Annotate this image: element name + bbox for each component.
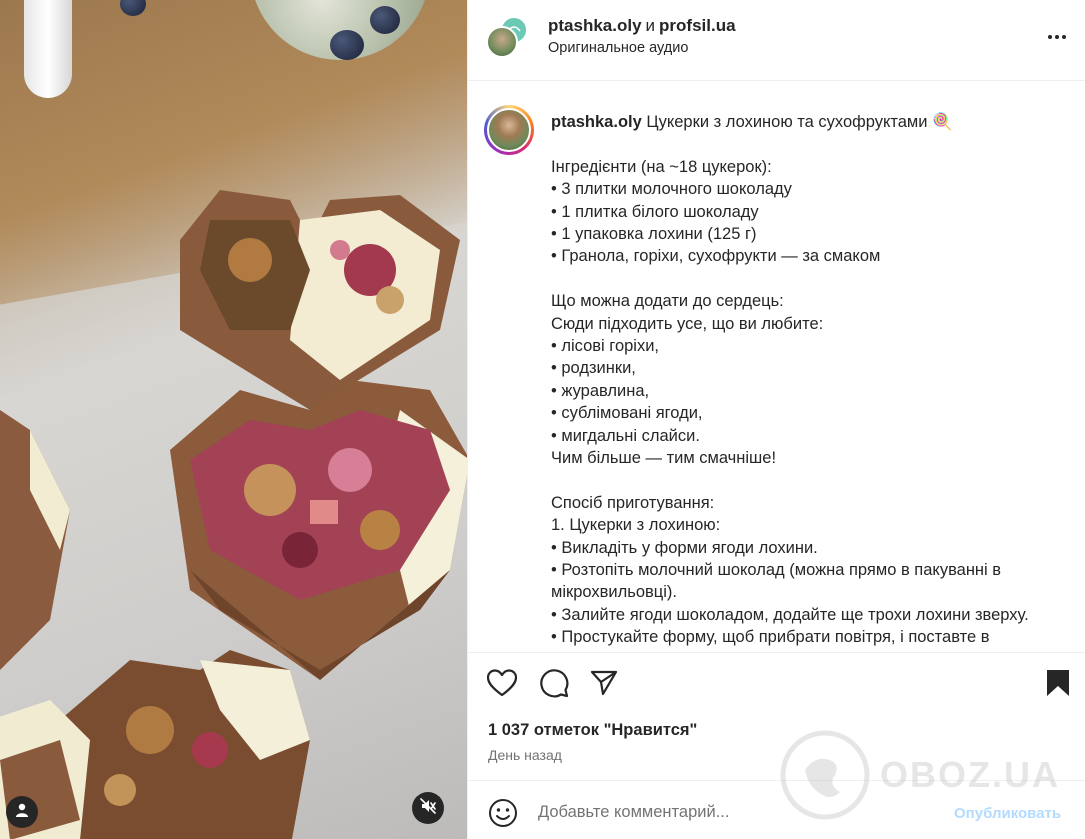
caption-line: • Викладіть у форми ягоди лохини.: [551, 538, 818, 557]
publish-button[interactable]: Опубликовать: [954, 805, 1061, 822]
candy-heart-3: [0, 390, 80, 690]
caption-line: [551, 469, 1071, 491]
likes-count[interactable]: 1 037 отметок "Нравится": [488, 721, 697, 740]
caption-line: • 1 плитка білого шоколаду: [551, 202, 759, 221]
author-link[interactable]: ptashka.oly: [548, 16, 642, 35]
share-button[interactable]: [588, 669, 620, 701]
post-header: ptashka.oly и profsil.ua Оригинальное ауди…: [468, 0, 1085, 81]
caption-line: • Простукайте форму, щоб прибрати повітр…: [551, 628, 990, 647]
emoji-icon: [488, 799, 518, 832]
post-time[interactable]: День назад: [488, 747, 562, 763]
caption-line: • мигдальні слайси.: [551, 426, 700, 445]
caption-author-avatar[interactable]: [484, 105, 534, 155]
caption-line: Інгредієнти (на ~18 цукерок):: [551, 157, 772, 176]
coauthor-link[interactable]: profsil.ua: [659, 16, 736, 35]
caption-line: • журавлина,: [551, 381, 650, 400]
caption-line: Спосіб приготування:: [551, 493, 715, 512]
white-object-decor: [24, 0, 72, 98]
caption-body: Інгредієнти (на ~18 цукерок): • 3 плитки …: [551, 133, 1071, 648]
caption-line: [551, 268, 1071, 290]
user-icon: [15, 803, 29, 822]
berry-decor: [330, 30, 364, 60]
caption-title: Цукерки з лохиною та сухофруктами 🍭: [646, 113, 953, 131]
caption-author-link[interactable]: ptashka.oly: [551, 113, 642, 131]
author-avatar[interactable]: [486, 26, 518, 58]
more-options-button[interactable]: [1044, 26, 1070, 48]
bookmark-icon: [1046, 669, 1070, 702]
share-icon: [590, 670, 618, 701]
caption-line: • Гранола, горіхи, сухофрукти — за смако…: [551, 247, 881, 266]
caption-line: Що можна додати до сердець:: [551, 292, 784, 311]
comment-input[interactable]: [538, 799, 938, 825]
post-panel: ptashka.oly и profsil.ua Оригинальное ауди…: [467, 0, 1085, 839]
caption-line: • сублімовані ягоди,: [551, 404, 703, 423]
post-media[interactable]: [0, 0, 467, 839]
audio-link[interactable]: Оригинальное аудио: [548, 40, 688, 56]
caption-line: • родзинки,: [551, 359, 636, 378]
tagged-users-button[interactable]: [6, 796, 38, 828]
collab-avatars[interactable]: [486, 16, 530, 60]
mute-button[interactable]: [412, 792, 444, 824]
action-bar: 1 037 отметок "Нравится" День назад: [468, 652, 1085, 780]
caption-title-line: ptashka.oly Цукерки з лохиною та сухофру…: [551, 111, 1071, 133]
like-button[interactable]: [486, 668, 518, 702]
header-usernames: ptashka.oly и profsil.ua: [548, 15, 736, 37]
emoji-button[interactable]: [488, 798, 518, 828]
comment-icon: [539, 668, 569, 703]
caption-line: • Розтопіть молочний шоколад (можна прям…: [551, 561, 1002, 580]
caption-line: мікрохвильовці).: [551, 583, 677, 602]
caption-area: ptashka.oly Цукерки з лохиною та сухофру…: [468, 81, 1085, 652]
caption-line: 1. Цукерки з лохиною:: [551, 516, 721, 535]
candy-heart-2: [150, 370, 467, 690]
caption-line: Чим більше — тим смачніше!: [551, 449, 777, 468]
caption-line: • 3 плитки молочного шоколаду: [551, 180, 792, 199]
heart-icon: [486, 668, 518, 702]
caption-line: Сюди підходить усе, що ви любите:: [551, 314, 824, 333]
caption-text: ptashka.oly Цукерки з лохиною та сухофру…: [551, 111, 1071, 649]
save-button[interactable]: [1042, 669, 1074, 701]
comment-button[interactable]: [538, 668, 570, 703]
caption-line: • лісові горіхи,: [551, 337, 660, 356]
caption-line: [551, 133, 1071, 155]
more-icon: [1048, 35, 1066, 39]
berry-decor: [370, 6, 400, 34]
comment-bar: Опубликовать: [468, 780, 1085, 839]
connector-text: и: [645, 16, 656, 35]
caption-line: • 1 упаковка лохини (125 г): [551, 225, 757, 244]
mute-icon: [420, 797, 436, 819]
caption-line: • Залийте ягоди шоколадом, додайте ще тр…: [551, 605, 1029, 624]
